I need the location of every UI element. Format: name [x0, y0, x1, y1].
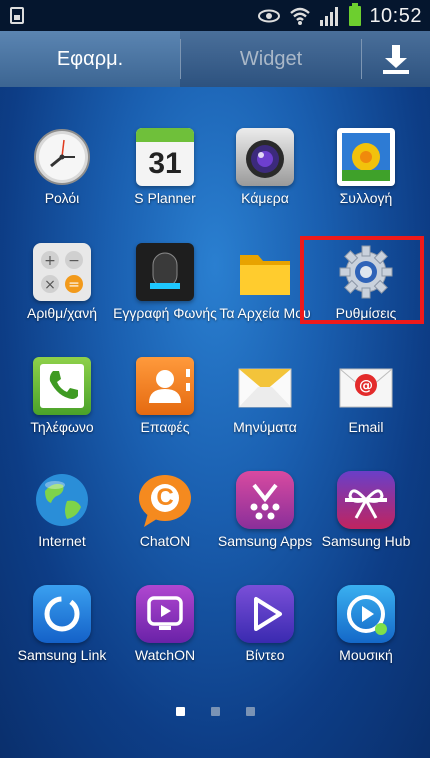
- page-dot[interactable]: [210, 707, 220, 716]
- messages-icon: [236, 357, 294, 415]
- app-label: Κάμερα: [241, 190, 289, 206]
- battery-icon: [349, 3, 362, 26]
- svg-text:×: ×: [44, 277, 56, 293]
- app-label: Μουσική: [339, 647, 393, 663]
- app-label: Επαφές: [140, 419, 190, 435]
- contacts-icon: [136, 357, 194, 415]
- phone-icon: [33, 357, 91, 415]
- app-label: S Planner: [134, 190, 196, 206]
- svg-text:+: +: [44, 253, 56, 269]
- app-label: Ρολόι: [44, 190, 80, 206]
- signal-icon: [320, 7, 339, 26]
- wifi-icon: [290, 7, 311, 25]
- app-label: Email: [348, 419, 384, 435]
- app-gallery[interactable]: Συλλογή: [311, 128, 421, 207]
- app-music[interactable]: Μουσική: [311, 585, 421, 664]
- calendar-icon: 31: [136, 128, 194, 186]
- app-label: Μηνύματα: [233, 419, 297, 435]
- app-chaton[interactable]: C ChatON: [110, 471, 220, 550]
- samsung-apps-icon: [236, 471, 294, 529]
- drawer-tab-bar: Εφαρμ. Widget: [0, 31, 430, 87]
- app-samsung-link[interactable]: Samsung Link: [7, 585, 117, 664]
- app-label: ChatON: [139, 533, 191, 549]
- video-icon: [236, 585, 294, 643]
- watchon-icon: [136, 585, 194, 643]
- app-s-planner[interactable]: 31 S Planner: [110, 128, 220, 207]
- status-icons: 10:52: [257, 3, 422, 29]
- chaton-icon: C: [136, 471, 194, 529]
- app-calculator[interactable]: + − × = Αριθμ/χανή: [7, 243, 117, 322]
- svg-text:=: =: [68, 277, 80, 293]
- app-label: Συλλογή: [339, 190, 393, 206]
- tab-widget[interactable]: Widget: [181, 31, 361, 87]
- app-label: Samsung Hub: [321, 533, 411, 549]
- eye-icon: [258, 9, 281, 23]
- app-label: WatchON: [134, 647, 196, 663]
- calculator-icon: + − × =: [33, 243, 91, 301]
- voice-recorder-icon: [136, 243, 194, 301]
- gallery-icon: [337, 128, 395, 186]
- download-icon: [383, 45, 409, 74]
- download-button[interactable]: [362, 31, 430, 87]
- settings-highlight-box: [300, 236, 424, 324]
- app-camera[interactable]: Κάμερα: [210, 128, 320, 207]
- app-contacts[interactable]: Επαφές: [110, 357, 220, 436]
- app-label: Αριθμ/χανή: [26, 305, 97, 321]
- calendar-day: 31: [148, 147, 182, 180]
- app-phone[interactable]: Τηλέφωνο: [7, 357, 117, 436]
- svg-text:@: @: [359, 378, 373, 394]
- app-label: Τηλέφωνο: [30, 419, 94, 435]
- music-icon: [337, 585, 395, 643]
- status-bar: 10:52: [0, 0, 430, 31]
- page-dot-current[interactable]: [175, 707, 185, 716]
- tab-apps[interactable]: Εφαρμ.: [0, 31, 180, 87]
- app-label: Βίντεο: [245, 647, 285, 663]
- app-clock[interactable]: Ρολόι: [7, 128, 117, 207]
- app-samsung-apps[interactable]: Samsung Apps: [210, 471, 320, 550]
- camera-icon: [236, 128, 294, 186]
- chaton-letter: C: [156, 484, 174, 511]
- app-voice-recorder[interactable]: Εγγραφή Φωνής: [110, 243, 220, 322]
- app-watchon[interactable]: WatchON: [110, 585, 220, 664]
- svg-text:−: −: [68, 253, 80, 269]
- page-dot[interactable]: [245, 707, 255, 716]
- app-label: Internet: [38, 533, 86, 549]
- clock-icon: [33, 128, 91, 186]
- folder-icon: [236, 243, 294, 301]
- app-label: Εγγραφή Φωνής: [113, 305, 217, 321]
- page-indicator: [0, 707, 430, 716]
- app-label: Samsung Apps: [217, 533, 313, 549]
- status-time: 10:52: [369, 4, 422, 27]
- samsung-hub-icon: [337, 471, 395, 529]
- app-samsung-hub[interactable]: Samsung Hub: [311, 471, 421, 550]
- email-icon: @: [337, 357, 395, 415]
- app-internet[interactable]: Internet: [7, 471, 117, 550]
- app-drawer-screen: 10:52 Εφαρμ. Widget Ρολόι 31 S Planner Κ…: [0, 0, 430, 758]
- samsung-link-icon: [33, 585, 91, 643]
- app-video[interactable]: Βίντεο: [210, 585, 320, 664]
- app-email[interactable]: @ Email: [311, 357, 421, 436]
- app-label: Samsung Link: [17, 647, 107, 663]
- globe-icon: [33, 471, 91, 529]
- app-messages[interactable]: Μηνύματα: [210, 357, 320, 436]
- sim-card-icon: [10, 7, 24, 24]
